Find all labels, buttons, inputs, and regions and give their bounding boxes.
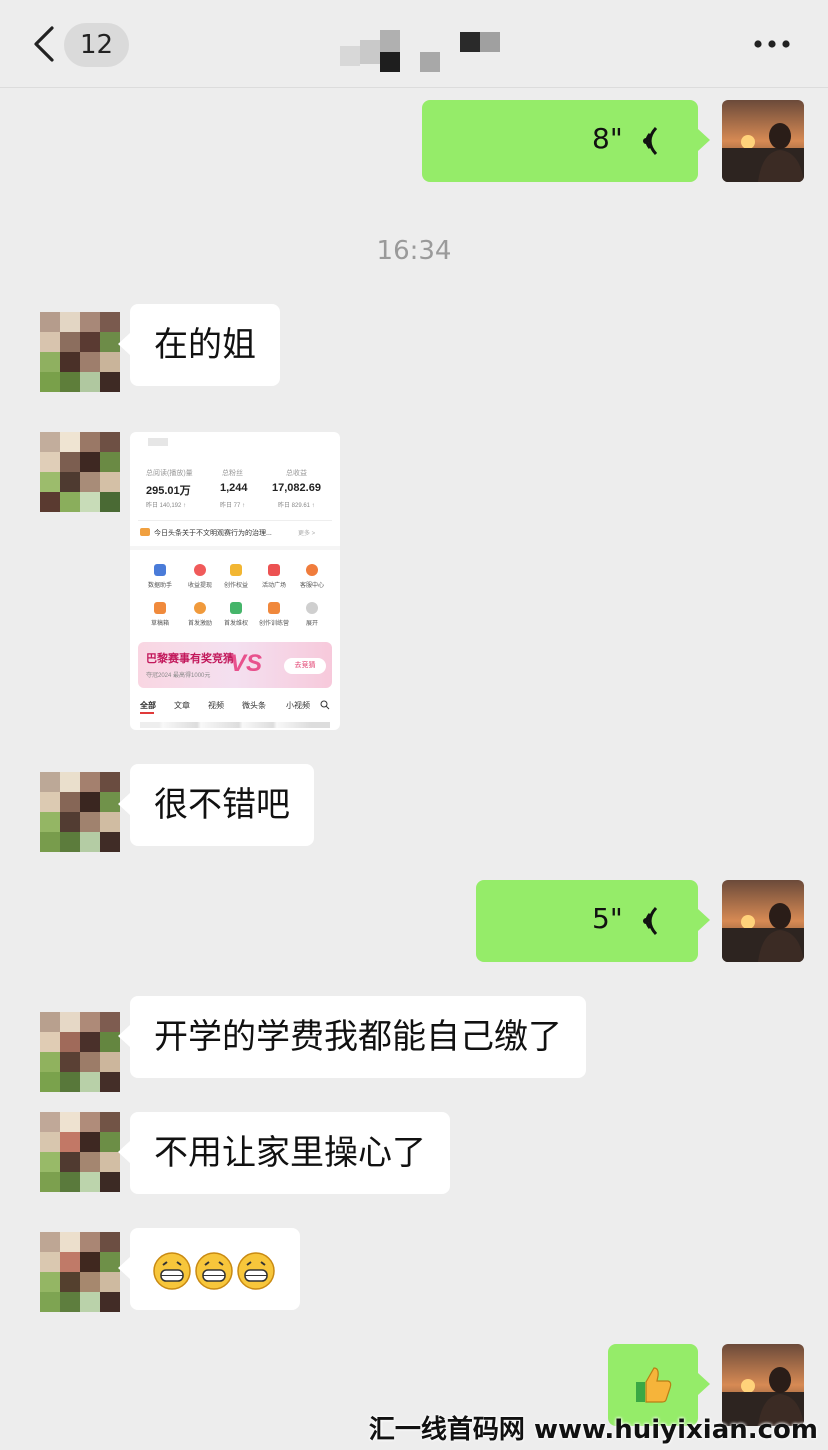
unread-count-badge[interactable]: 12 — [64, 23, 130, 67]
crown-icon — [230, 564, 242, 576]
tab-short-video: 小视频 — [286, 701, 310, 710]
grid-label: 数据助手 — [147, 583, 172, 589]
voice-wave-icon — [643, 126, 658, 156]
grid-label: 活动广场 — [261, 583, 286, 589]
chat-timestamp: 16:34 — [376, 236, 452, 266]
notice-icon — [140, 528, 150, 536]
message-bubble[interactable]: 不用让家里操心了 — [118, 1112, 450, 1194]
chat-title-blurred — [340, 30, 510, 74]
more-dots-icon[interactable] — [752, 34, 792, 54]
tab-article: 文章 — [174, 701, 190, 710]
message-bubble[interactable]: 很不错吧 — [118, 764, 314, 846]
grid-label: 展开 — [305, 621, 318, 627]
stat-sub: 昨日 140,192 ↑ — [146, 503, 187, 509]
chevron-left-icon[interactable] — [30, 26, 60, 62]
voice-wave-icon — [643, 906, 658, 936]
chat-header: 12 — [0, 0, 828, 88]
incentive-icon — [194, 602, 206, 614]
notice-text: 今日头条关于不文明观赛行为的治理... — [154, 530, 272, 537]
expand-icon — [306, 602, 318, 614]
banner-vs: VS — [230, 650, 263, 677]
contact-avatar[interactable] — [40, 1012, 120, 1092]
withdraw-icon — [194, 564, 206, 576]
grid-label: 草稿箱 — [150, 621, 169, 627]
voice-message-bubble[interactable]: 8" — [422, 100, 710, 182]
stat-value: 1,244 — [220, 482, 248, 494]
blurred-header — [148, 438, 168, 446]
voice-message-bubble[interactable]: 5" — [476, 880, 710, 962]
contact-avatar[interactable] — [40, 1232, 120, 1312]
grid-label: 首发维权 — [223, 621, 248, 627]
shield-icon — [230, 602, 242, 614]
voice-duration: 8" — [592, 122, 623, 155]
grid-label: 收益提现 — [187, 583, 212, 589]
message-bubble[interactable]: 开学的学费我都能自己缴了 — [118, 996, 586, 1078]
stat-label: 总粉丝 — [222, 470, 243, 477]
self-avatar[interactable] — [722, 100, 804, 182]
stat-sub: 昨日 77 ↑ — [220, 503, 246, 509]
graduation-icon — [268, 602, 280, 614]
thumbs-up-icon — [636, 1367, 672, 1403]
draft-icon — [154, 602, 166, 614]
contact-avatar[interactable] — [40, 432, 120, 512]
stat-value: 295.01万 — [146, 485, 191, 497]
data-assistant-icon — [154, 564, 166, 576]
stat-label: 总收益 — [286, 470, 307, 477]
image-message[interactable]: 总阅读(播放)量 总粉丝 总收益 295.01万 1,244 17,082.69… — [130, 432, 340, 730]
stat-value: 17,082.69 — [272, 482, 321, 494]
promo-banner: 巴黎赛事有奖竞猜 夺冠2024 最高得1000元 VS 去竞猜 — [138, 642, 332, 688]
banner-subtitle: 夺冠2024 最高得1000元 — [146, 673, 211, 679]
contact-avatar[interactable] — [40, 772, 120, 852]
search-icon — [320, 700, 330, 710]
activity-icon — [268, 564, 280, 576]
message-bubble[interactable]: 在的姐 — [118, 304, 280, 386]
contact-avatar[interactable] — [40, 312, 120, 392]
grin-emoji-icon — [195, 1251, 233, 1290]
contact-avatar[interactable] — [40, 1112, 120, 1192]
grid-label: 首发激励 — [187, 621, 212, 627]
tab-video: 视频 — [208, 701, 224, 710]
self-avatar[interactable] — [722, 880, 804, 962]
grid-label: 客服中心 — [299, 583, 324, 589]
grin-emoji-icon — [153, 1251, 191, 1290]
tab-all: 全部 — [140, 701, 156, 710]
voice-duration: 5" — [592, 902, 623, 935]
stat-label: 总阅读(播放)量 — [146, 470, 193, 477]
grid-label: 创作权益 — [223, 583, 248, 589]
headset-icon — [306, 564, 318, 576]
tab-micro: 微头条 — [242, 701, 266, 710]
watermark: 汇一线首码网 www.huiyixian.com — [368, 1415, 818, 1445]
notice-more: 更多 > — [298, 531, 316, 537]
banner-button: 去竞猜 — [284, 658, 326, 674]
stat-sub: 昨日 829.61 ↑ — [278, 503, 315, 509]
grid-label: 创作训练营 — [258, 621, 289, 627]
grin-emoji-icon — [237, 1251, 275, 1290]
emoji-message-bubble[interactable] — [118, 1228, 300, 1310]
banner-title: 巴黎赛事有奖竞猜 — [146, 653, 234, 665]
